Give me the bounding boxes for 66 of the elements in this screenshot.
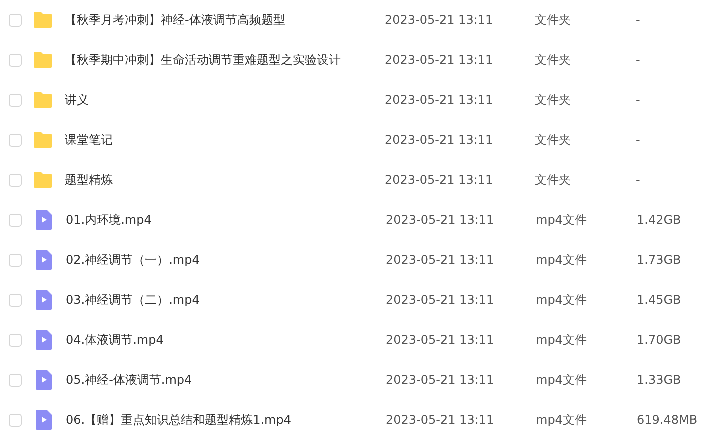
modified-date: 2023-05-21 13:11 bbox=[385, 133, 494, 147]
checkbox[interactable] bbox=[9, 14, 22, 26]
file-size: - bbox=[636, 93, 640, 107]
modified-date: 2023-05-21 13:11 bbox=[386, 413, 496, 427]
folder-icon bbox=[33, 172, 53, 188]
modified-date: 2023-05-21 13:11 bbox=[386, 253, 496, 267]
checkbox[interactable] bbox=[9, 414, 22, 426]
checkbox[interactable] bbox=[9, 174, 22, 186]
file-type: mp4文件 bbox=[536, 332, 588, 348]
video-file-icon bbox=[36, 210, 52, 230]
modified-date: 2023-05-21 13:11 bbox=[386, 213, 496, 227]
file-name[interactable]: 05.神经-体液调节.mp4 bbox=[66, 372, 386, 388]
checkbox[interactable] bbox=[9, 334, 22, 346]
video-file-icon bbox=[36, 330, 52, 350]
file-size: - bbox=[636, 173, 640, 187]
file-name[interactable]: 01.内环境.mp4 bbox=[66, 212, 386, 228]
file-name[interactable]: 课堂笔记 bbox=[65, 132, 385, 148]
file-type: 文件夹 bbox=[535, 172, 572, 188]
video-file-icon bbox=[36, 290, 52, 310]
modified-date: 2023-05-21 13:11 bbox=[385, 93, 494, 107]
file-name[interactable]: 03.神经调节（二）.mp4 bbox=[66, 292, 386, 308]
modified-date: 2023-05-21 13:11 bbox=[386, 373, 496, 387]
file-name[interactable]: 讲义 bbox=[65, 92, 385, 108]
checkbox[interactable] bbox=[9, 54, 22, 66]
file-type: 文件夹 bbox=[535, 52, 572, 68]
file-name[interactable]: 题型精炼 bbox=[65, 172, 385, 188]
video-file-icon bbox=[36, 250, 52, 270]
modified-date: 2023-05-21 13:11 bbox=[385, 13, 494, 27]
modified-date: 2023-05-21 13:11 bbox=[386, 293, 496, 307]
file-size: - bbox=[636, 133, 640, 147]
file-size: 619.48MB bbox=[637, 413, 698, 427]
file-type: mp4文件 bbox=[536, 252, 588, 268]
file-name[interactable]: 06.【赠】重点知识总结和题型精炼1.mp4 bbox=[66, 412, 386, 428]
file-size: 1.73GB bbox=[637, 253, 682, 267]
folder-icon bbox=[33, 132, 53, 148]
checkbox[interactable] bbox=[9, 374, 22, 386]
modified-date: 2023-05-21 13:11 bbox=[386, 333, 496, 347]
file-type: 文件夹 bbox=[535, 92, 572, 108]
file-name[interactable]: 04.体液调节.mp4 bbox=[66, 332, 386, 348]
file-size: 1.33GB bbox=[637, 373, 682, 387]
video-file-icon bbox=[36, 410, 52, 430]
checkbox[interactable] bbox=[9, 94, 22, 106]
folder-icon bbox=[33, 92, 53, 108]
folder-icon bbox=[33, 52, 53, 68]
file-type: mp4文件 bbox=[536, 372, 588, 388]
file-size: 1.45GB bbox=[637, 293, 682, 307]
file-type: mp4文件 bbox=[536, 292, 588, 308]
file-type: 文件夹 bbox=[535, 132, 572, 148]
file-type: 文件夹 bbox=[535, 12, 572, 28]
folder-icon bbox=[33, 12, 53, 28]
checkbox[interactable] bbox=[9, 294, 22, 306]
file-name[interactable]: 【秋季期中冲刺】生命活动调节重难题型之实验设计 bbox=[65, 52, 385, 68]
file-type: mp4文件 bbox=[536, 412, 588, 428]
file-type: mp4文件 bbox=[536, 212, 588, 228]
checkbox[interactable] bbox=[9, 134, 22, 146]
video-file-icon bbox=[36, 370, 52, 390]
file-name[interactable]: 02.神经调节（一）.mp4 bbox=[66, 252, 386, 268]
modified-date: 2023-05-21 13:11 bbox=[385, 53, 494, 67]
file-size: - bbox=[636, 53, 640, 67]
file-size: - bbox=[636, 13, 640, 27]
file-size: 1.70GB bbox=[637, 333, 682, 347]
file-size: 1.42GB bbox=[637, 213, 682, 227]
file-name[interactable]: 【秋季月考冲刺】神经-体液调节高频题型 bbox=[65, 12, 385, 28]
modified-date: 2023-05-21 13:11 bbox=[385, 173, 494, 187]
checkbox[interactable] bbox=[9, 254, 22, 266]
checkbox[interactable] bbox=[9, 214, 22, 226]
